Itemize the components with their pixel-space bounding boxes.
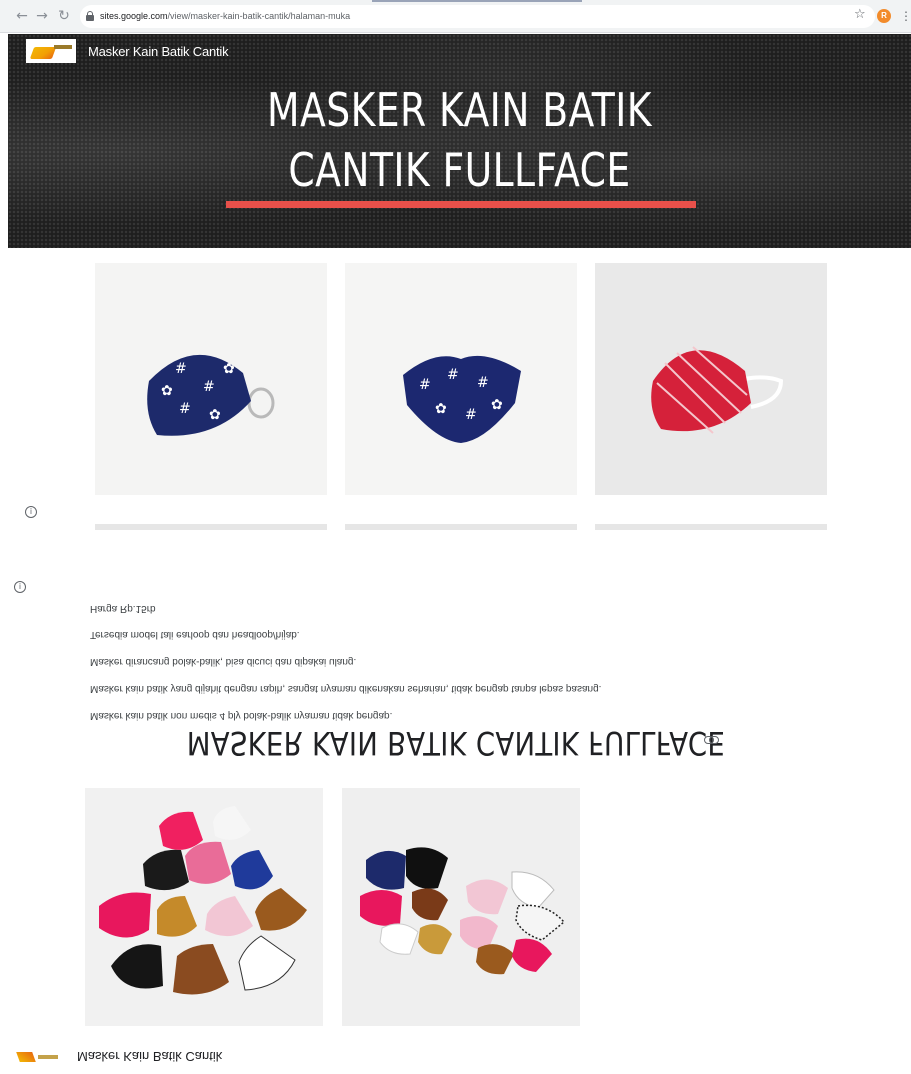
description-line-5: Harga Rp.15rb [90, 603, 156, 614]
mask-image-red-parang [595, 263, 827, 495]
svg-text:#: # [465, 407, 477, 423]
content-section: Harga Rp.15rb Tersedia model tali earloo… [0, 560, 911, 762]
site-logo[interactable] [26, 39, 76, 63]
product-3-caption-bar [595, 524, 827, 530]
section-heading-text: MASKER KAIN BATIK CANTIK FULLFACE [186, 724, 725, 762]
svg-text:✿: ✿ [209, 407, 221, 423]
svg-text:#: # [477, 375, 489, 391]
url-text[interactable]: sites.google.com/view/masker-kain-batik-… [100, 10, 350, 23]
footer-logo[interactable] [16, 1048, 62, 1064]
tab-strip-edge [372, 0, 582, 2]
svg-text:✿: ✿ [435, 401, 447, 417]
product-1-caption-bar [95, 524, 327, 530]
mask-image-navy-ring: ## # ✿ ✿✿ [95, 263, 327, 495]
description-line-1: Masker kain batik non medis 4 ply bolak-… [90, 710, 393, 721]
product-2-caption-bar [345, 524, 577, 530]
svg-text:✿: ✿ [161, 383, 173, 399]
link-icon[interactable] [704, 736, 719, 744]
kebab-menu-icon[interactable]: ⋮ [900, 8, 911, 24]
lock-icon[interactable] [86, 11, 94, 21]
star-icon[interactable]: ☆ [854, 7, 866, 23]
description-line-4: Tersedia model tali earloop dan headloop… [90, 629, 300, 640]
svg-text:#: # [419, 377, 431, 393]
hero-title-line2: CANTIK FULLFACE [288, 143, 631, 197]
forward-arrow-icon[interactable]: → [34, 8, 50, 24]
svg-text:#: # [203, 379, 215, 395]
browser-toolbar: ← → ↻ sites.google.com/view/masker-kain-… [0, 0, 911, 33]
hero-title-line1: MASKER KAIN BATIK [267, 83, 652, 137]
mask-image-navy-flat: ## # ✿ #✿ [345, 263, 577, 495]
reload-icon[interactable]: ↻ [56, 8, 72, 24]
profile-avatar[interactable]: R [877, 9, 891, 23]
url-host: sites.google.com [100, 11, 168, 21]
svg-text:✿: ✿ [223, 361, 235, 377]
svg-text:✿: ✿ [491, 397, 503, 413]
description-line-2: Masker kain batik yang dijahit dengan ra… [90, 683, 602, 694]
info-icon[interactable]: i [25, 506, 37, 518]
collage-image-1[interactable] [85, 788, 323, 1026]
svg-text:#: # [179, 401, 191, 417]
product-image-3[interactable] [595, 263, 827, 495]
mask-collage-circle-1 [85, 788, 323, 1026]
svg-text:#: # [447, 367, 459, 383]
description-line-3: Masker dirancang bolak-balik, bisa dicuc… [90, 656, 357, 667]
site-hero-banner: Masker Kain Batik Cantik MASKER KAIN BAT… [8, 34, 911, 248]
mask-collage-circle-2 [342, 788, 580, 1026]
svg-text:#: # [175, 361, 187, 377]
site-title[interactable]: Masker Kain Batik Cantik [88, 44, 229, 59]
back-arrow-icon[interactable]: ← [14, 8, 30, 24]
section-heading: MASKER KAIN BATIK CANTIK FULLFACE [0, 724, 911, 762]
product-image-1[interactable]: # # # ✿ ✿ ✿ [95, 263, 327, 495]
hero-title: MASKER KAIN BATIK CANTIK FULLFACE [89, 80, 829, 200]
collage-image-2[interactable] [342, 788, 580, 1026]
site-footer: Masker Kain Batik Cantik [0, 1040, 911, 1074]
hero-accent-line [226, 201, 696, 208]
address-bar[interactable]: sites.google.com/view/masker-kain-batik-… [80, 5, 875, 28]
footer-site-title[interactable]: Masker Kain Batik Cantik [77, 1049, 222, 1064]
product-image-2[interactable]: # # # ✿ # ✿ [345, 263, 577, 495]
url-path: /view/masker-kain-batik-cantik/halaman-m… [167, 11, 351, 21]
